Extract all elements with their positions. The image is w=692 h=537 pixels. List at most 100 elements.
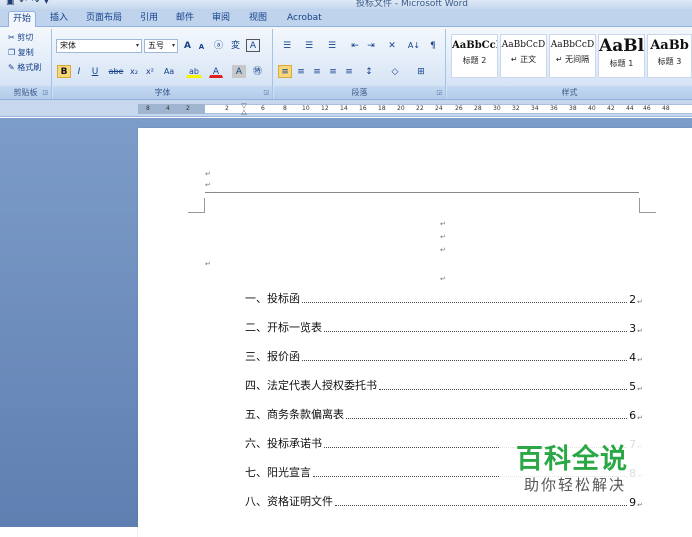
ruler-tick-label: 48 [662, 105, 670, 112]
underline-button[interactable]: U [87, 65, 103, 78]
tab-references[interactable]: 引用 [136, 11, 162, 27]
toc-entry[interactable]: 二、开标一览表 3 ↵ [245, 319, 643, 335]
character-border-button[interactable]: A [246, 39, 260, 52]
ruler-tick-label: 36 [550, 105, 558, 112]
decrease-indent-button[interactable]: ⇤ [348, 39, 362, 52]
font-group: 宋体 ▾ 五号 ▾ A A ⓐ 変 A B I U abe x₂ x² Aa ab … [53, 29, 273, 99]
brush-icon: ✎ [8, 63, 15, 72]
dialog-launcher-icon[interactable]: ◲ [436, 89, 442, 96]
grow-font-button[interactable]: A [181, 39, 194, 52]
paragraph-shading-button[interactable]: ◇ [384, 65, 406, 78]
strikethrough-button[interactable]: abe [107, 65, 125, 78]
bold-button[interactable]: B [57, 65, 71, 78]
tab-review[interactable]: 审阅 [208, 11, 234, 27]
superscript-button[interactable]: x² [143, 65, 157, 78]
style-heading-3[interactable]: AaBb 标题 3 [647, 34, 692, 78]
ruler-tick-label: 8 [146, 105, 150, 112]
change-case-button[interactable]: Aa [160, 65, 178, 78]
ruler-tick-label: 20 [397, 105, 405, 112]
clear-format-button[interactable]: ⓐ [211, 39, 226, 52]
tab-view[interactable]: 视图 [245, 11, 271, 27]
font-color-button[interactable]: A [209, 65, 223, 78]
toc-title: 三、报价函 [245, 350, 300, 363]
line-spacing-button[interactable]: ↕ [360, 65, 378, 78]
borders-button[interactable]: ⊞ [410, 65, 432, 78]
increase-indent-button[interactable]: ⇥ [364, 39, 378, 52]
toc-title: 八、资格证明文件 [245, 495, 333, 508]
crop-mark-right [639, 198, 656, 213]
style-no-spacing[interactable]: AaBbCcD ↵ 无间隔 [549, 34, 596, 78]
toc-entry[interactable]: 五、商务条款偏离表 6 ↵ [245, 406, 643, 422]
ruler-tick-label: 32 [512, 105, 520, 112]
toc-entry[interactable]: 一、投标函 2 ↵ [245, 290, 643, 306]
align-right-button[interactable]: ≡ [310, 65, 324, 78]
enclose-characters-button[interactable]: ㊕ [250, 65, 265, 78]
phonetic-guide-button[interactable]: 変 [228, 39, 243, 52]
ruler-tick-label: 46 [643, 105, 651, 112]
quick-access-toolbar[interactable]: ▣ ↶ ↷ ▾ [6, 0, 50, 7]
indent-marker-icon[interactable]: ▽ △ [240, 103, 248, 116]
ruler-tick-label: 4 [166, 105, 170, 112]
paragraph-mark: ↵ [637, 385, 643, 393]
paragraph-group: ☰ ☰ ☰ ⇤ ⇥ ✕ A↓ ¶ ≡ ≡ ≡ ≡ ≡ ↕ ◇ ⊞ 段落 ◲ [274, 29, 446, 99]
highlight-button[interactable]: ab [186, 65, 202, 78]
style-heading-1[interactable]: AaBl 标题 1 [598, 34, 645, 78]
ruler-tick-label: 26 [455, 105, 463, 112]
style-normal[interactable]: AaBbCcD ↵ 正文 [500, 34, 547, 78]
chinese-layout-button[interactable]: ✕ [382, 39, 402, 52]
toc-entry[interactable]: 四、法定代表人授权委托书 5 ↵ [245, 377, 643, 393]
sort-button[interactable]: A↓ [406, 39, 422, 52]
tab-insert[interactable]: 插入 [46, 11, 72, 27]
paragraph-mark: ↵ [637, 298, 643, 306]
tab-acrobat[interactable]: Acrobat [283, 11, 326, 27]
font-size-combo[interactable]: 五号 ▾ [144, 39, 178, 53]
justify-button[interactable]: ≡ [326, 65, 340, 78]
character-shading-button[interactable]: A [232, 65, 246, 78]
font-name-combo[interactable]: 宋体 ▾ [56, 39, 142, 53]
tab-page-layout[interactable]: 页面布局 [82, 11, 126, 27]
tab-home[interactable]: 开始 [8, 11, 37, 27]
distributed-button[interactable]: ≡ [342, 65, 356, 78]
paragraph-mark: ↵ [637, 414, 643, 422]
ruler-tick-label: 6 [261, 105, 265, 112]
toc-page-number: 5 [629, 380, 637, 393]
dialog-launcher-icon[interactable]: ◲ [263, 89, 269, 96]
copy-button[interactable]: ❐ 复制 [8, 47, 34, 58]
show-marks-button[interactable]: ¶ [426, 39, 440, 52]
ribbon-tabs: 开始 插入 页面布局 引用 邮件 审阅 视图 Acrobat [0, 9, 692, 27]
ruler-tick-label: 2 [225, 105, 229, 112]
ruler-tick-label: 12 [321, 105, 329, 112]
tab-mailings[interactable]: 邮件 [172, 11, 198, 27]
multilevel-list-button[interactable]: ☰ [322, 39, 342, 52]
paragraph-mark: ↵ [205, 181, 211, 189]
paragraph-mark: ↵ [637, 327, 643, 335]
window-title: 投标文件 - Microsoft Word [356, 0, 468, 9]
dialog-launcher-icon[interactable]: ◲ [42, 89, 48, 96]
horizontal-ruler[interactable]: 8 4 2 2 6 8 10 12 14 16 18 20 22 24 26 28 30 32 34 36 38 40 42… [0, 100, 692, 117]
toc-title: 四、法定代表人授权委托书 [245, 379, 377, 392]
watermark-title: 百科全说 [516, 444, 628, 475]
toc-entry[interactable]: 八、资格证明文件 9 ↵ [245, 493, 643, 509]
paragraph-mark: ↵ [637, 356, 643, 364]
toc-entry[interactable]: 三、报价函 4 ↵ [245, 348, 643, 364]
ruler-tick-label: 34 [531, 105, 539, 112]
center-button[interactable]: ≡ [294, 65, 308, 78]
ruler-tick-label: 30 [493, 105, 501, 112]
cut-button[interactable]: ✂ 剪切 [8, 32, 33, 43]
crop-mark-left [188, 198, 205, 213]
italic-button[interactable]: I [73, 65, 85, 78]
ruler-tick-label: 24 [435, 105, 443, 112]
ruler-tick-label: 42 [607, 105, 615, 112]
align-left-button[interactable]: ≡ [278, 65, 292, 78]
numbering-button[interactable]: ☰ [300, 39, 318, 52]
clipboard-group: ✂ 剪切 ❐ 复制 ✎ 格式刷 剪贴板 ◲ [0, 29, 52, 99]
subscript-button[interactable]: x₂ [127, 65, 141, 78]
paragraph-group-label: 段落 [274, 86, 445, 99]
paragraph-mark: ↵ [637, 501, 643, 509]
ruler-tick-label: 8 [283, 105, 287, 112]
bullets-button[interactable]: ☰ [278, 39, 296, 52]
shrink-font-button[interactable]: A [196, 40, 207, 53]
toc-page-number: 9 [629, 496, 637, 509]
format-painter-button[interactable]: ✎ 格式刷 [8, 62, 41, 73]
style-heading-2[interactable]: AaBbCcI 标题 2 [451, 34, 498, 78]
